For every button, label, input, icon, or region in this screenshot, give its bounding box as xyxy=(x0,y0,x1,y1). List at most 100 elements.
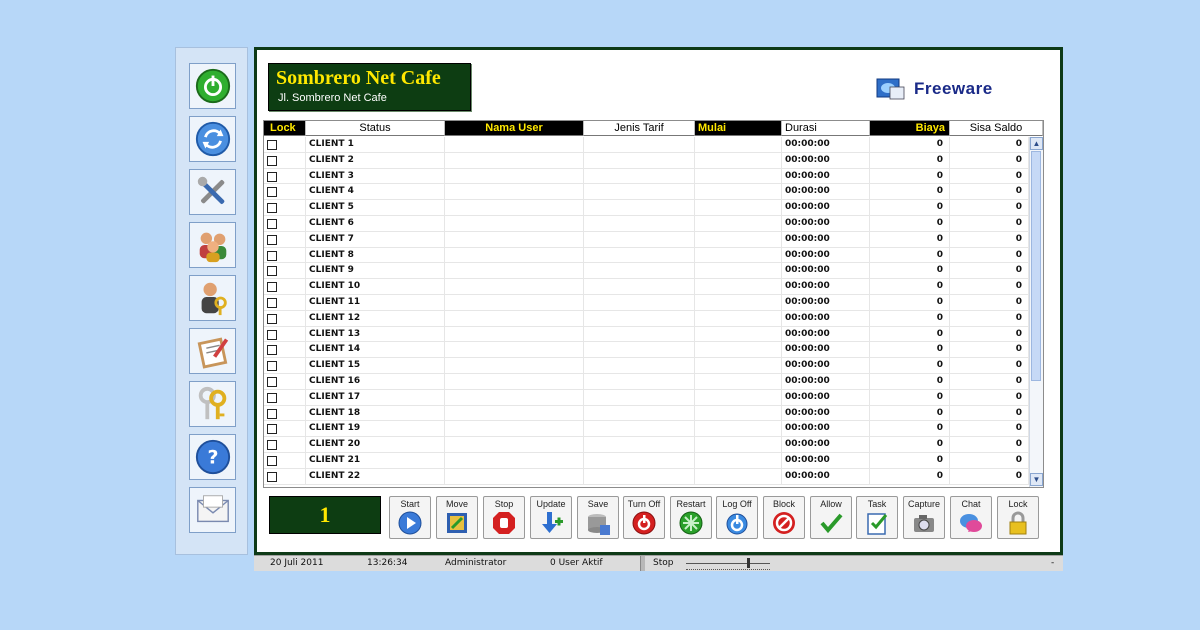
table-row[interactable]: CLIENT 21 00:00:00 0 0 xyxy=(264,452,1029,469)
scroll-thumb[interactable] xyxy=(1031,151,1041,381)
lock-button[interactable]: Lock xyxy=(997,496,1039,539)
lock-cell[interactable] xyxy=(264,310,306,326)
lock-cell[interactable] xyxy=(264,326,306,342)
admin-button[interactable] xyxy=(189,275,236,321)
start-button[interactable]: Start xyxy=(389,496,431,539)
lock-checkbox[interactable] xyxy=(267,471,277,482)
capture-button[interactable]: Capture xyxy=(903,496,945,539)
col-sisa-saldo[interactable]: Sisa Saldo xyxy=(950,121,1043,136)
keys-button[interactable] xyxy=(189,381,236,427)
lock-checkbox[interactable] xyxy=(267,282,277,293)
scroll-up-icon[interactable]: ▲ xyxy=(1030,137,1043,150)
lock-cell[interactable] xyxy=(264,137,306,152)
table-row[interactable]: CLIENT 20 00:00:00 0 0 xyxy=(264,437,1029,453)
lock-checkbox[interactable] xyxy=(267,440,277,451)
table-row[interactable]: CLIENT 2 00:00:00 0 0 xyxy=(264,152,1029,169)
table-scrollbar[interactable]: ▲ ▼ xyxy=(1029,137,1043,487)
lock-cell[interactable] xyxy=(264,389,306,405)
table-row[interactable]: CLIENT 6 00:00:00 0 0 xyxy=(264,215,1029,232)
log-off-button[interactable]: Log Off xyxy=(716,496,758,539)
refresh-button[interactable] xyxy=(189,116,236,162)
lock-cell[interactable] xyxy=(264,405,306,421)
col-mulai[interactable]: Mulai xyxy=(695,121,782,136)
lock-cell[interactable] xyxy=(264,342,306,358)
tools-button[interactable] xyxy=(189,169,236,215)
lock-checkbox[interactable] xyxy=(267,203,277,214)
block-button[interactable]: Block xyxy=(763,496,805,539)
scroll-down-icon[interactable]: ▼ xyxy=(1030,473,1043,486)
col-status[interactable]: Status xyxy=(306,121,445,136)
lock-cell[interactable] xyxy=(264,437,306,453)
table-row[interactable]: CLIENT 11 00:00:00 0 0 xyxy=(264,294,1029,311)
notes-button[interactable] xyxy=(189,328,236,374)
table-row[interactable]: CLIENT 12 00:00:00 0 0 xyxy=(264,310,1029,327)
lock-checkbox[interactable] xyxy=(267,218,277,229)
lock-checkbox[interactable] xyxy=(267,250,277,261)
table-row[interactable]: CLIENT 13 00:00:00 0 0 xyxy=(264,326,1029,343)
lock-checkbox[interactable] xyxy=(267,187,277,198)
task-button[interactable]: Task xyxy=(856,496,898,539)
lock-cell[interactable] xyxy=(264,152,306,168)
col-jenis-tarif[interactable]: Jenis Tarif xyxy=(584,121,695,136)
lock-checkbox[interactable] xyxy=(267,408,277,419)
table-row[interactable]: CLIENT 14 00:00:00 0 0 xyxy=(264,342,1029,359)
lock-cell[interactable] xyxy=(264,294,306,310)
col-durasi[interactable]: Durasi xyxy=(782,121,870,136)
table-row[interactable]: CLIENT 7 00:00:00 0 0 xyxy=(264,231,1029,248)
lock-checkbox[interactable] xyxy=(267,297,277,308)
slider-thumb[interactable] xyxy=(747,558,750,568)
stop-button[interactable]: Stop xyxy=(483,496,525,539)
help-button[interactable]: ? xyxy=(189,434,236,480)
lock-cell[interactable] xyxy=(264,215,306,231)
table-row[interactable]: CLIENT 17 00:00:00 0 0 xyxy=(264,389,1029,406)
lock-checkbox[interactable] xyxy=(267,345,277,356)
lock-cell[interactable] xyxy=(264,231,306,247)
lock-cell[interactable] xyxy=(264,247,306,263)
table-row[interactable]: CLIENT 10 00:00:00 0 0 xyxy=(264,279,1029,295)
lock-checkbox[interactable] xyxy=(267,455,277,466)
lock-checkbox[interactable] xyxy=(267,392,277,403)
table-row[interactable]: CLIENT 9 00:00:00 0 0 xyxy=(264,263,1029,280)
table-row[interactable]: CLIENT 5 00:00:00 0 0 xyxy=(264,200,1029,216)
lock-checkbox[interactable] xyxy=(267,313,277,324)
col-nama-user[interactable]: Nama User xyxy=(445,121,584,136)
save-button[interactable]: Save xyxy=(577,496,619,539)
turn-off-button[interactable]: Turn Off xyxy=(623,496,665,539)
chat-button[interactable]: Chat xyxy=(950,496,992,539)
lock-cell[interactable] xyxy=(264,168,306,184)
lock-cell[interactable] xyxy=(264,468,306,484)
lock-cell[interactable] xyxy=(264,373,306,389)
users-button[interactable] xyxy=(189,222,236,268)
lock-checkbox[interactable] xyxy=(267,361,277,372)
lock-checkbox[interactable] xyxy=(267,234,277,245)
table-row[interactable]: CLIENT 4 00:00:00 0 0 xyxy=(264,184,1029,201)
table-row[interactable]: CLIENT 16 00:00:00 0 0 xyxy=(264,373,1029,390)
mail-button[interactable] xyxy=(189,487,236,533)
lock-cell[interactable] xyxy=(264,358,306,374)
lock-checkbox[interactable] xyxy=(267,266,277,277)
table-row[interactable]: CLIENT 19 00:00:00 0 0 xyxy=(264,421,1029,438)
lock-cell[interactable] xyxy=(264,452,306,468)
volume-slider[interactable] xyxy=(686,563,770,564)
lock-checkbox[interactable] xyxy=(267,424,277,435)
table-row[interactable]: CLIENT 1 00:00:00 0 0 xyxy=(264,137,1029,153)
lock-cell[interactable] xyxy=(264,279,306,295)
update-button[interactable]: Update xyxy=(530,496,572,539)
move-button[interactable]: Move xyxy=(436,496,478,539)
lock-checkbox[interactable] xyxy=(267,171,277,182)
lock-checkbox[interactable] xyxy=(267,155,277,166)
lock-checkbox[interactable] xyxy=(267,140,277,150)
table-row[interactable]: CLIENT 8 00:00:00 0 0 xyxy=(264,247,1029,264)
table-row[interactable]: CLIENT 15 00:00:00 0 0 xyxy=(264,358,1029,374)
power-button[interactable] xyxy=(189,63,236,109)
allow-button[interactable]: Allow xyxy=(810,496,852,539)
col-biaya[interactable]: Biaya xyxy=(870,121,950,136)
table-row[interactable]: CLIENT 18 00:00:00 0 0 xyxy=(264,405,1029,422)
lock-checkbox[interactable] xyxy=(267,376,277,387)
lock-cell[interactable] xyxy=(264,421,306,437)
lock-cell[interactable] xyxy=(264,184,306,200)
table-row[interactable]: CLIENT 3 00:00:00 0 0 xyxy=(264,168,1029,185)
lock-cell[interactable] xyxy=(264,263,306,279)
lock-checkbox[interactable] xyxy=(267,329,277,340)
restart-button[interactable]: Restart xyxy=(670,496,712,539)
